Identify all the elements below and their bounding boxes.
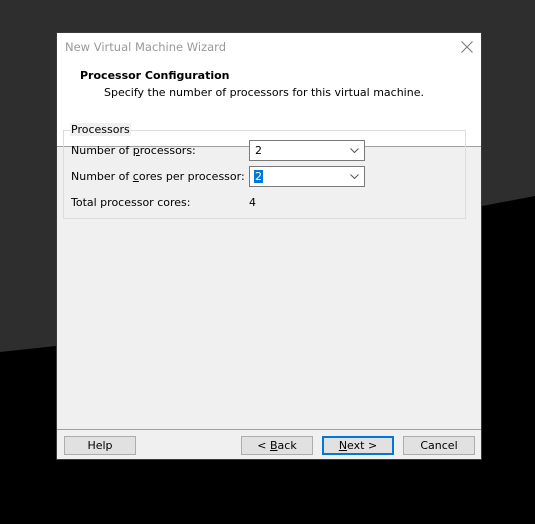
dropdown-value: 2 — [255, 144, 262, 157]
footer-divider — [57, 429, 481, 430]
next-button[interactable]: Next > — [322, 436, 394, 455]
help-button[interactable]: Help — [64, 436, 136, 455]
num-processors-dropdown[interactable]: 2 — [249, 140, 365, 161]
num-processors-label: Number of processors: — [71, 144, 196, 157]
groupbox-legend: Processors — [70, 123, 131, 136]
title-bar[interactable]: New Virtual Machine Wizard — [57, 33, 481, 61]
total-cores-value: 4 — [249, 196, 256, 209]
button-label: < — [257, 439, 270, 452]
window-title: New Virtual Machine Wizard — [65, 40, 226, 54]
button-label: ack — [277, 439, 297, 452]
accelerator-key: N — [338, 439, 348, 452]
label-text: rocessors: — [139, 144, 196, 157]
wizard-dialog: New Virtual Machine Wizard Processor Con… — [56, 32, 482, 460]
button-label: ext > — [347, 439, 378, 452]
processors-groupbox: Processors Number of processors: 2 Numbe… — [63, 123, 466, 219]
page-subtitle: Specify the number of processors for thi… — [104, 86, 424, 99]
label-text: ores per processor: — [138, 170, 245, 183]
close-icon — [461, 41, 473, 53]
cancel-button[interactable]: Cancel — [403, 436, 475, 455]
accelerator-key: B — [270, 439, 278, 452]
label-text: Number of — [71, 170, 133, 183]
close-button[interactable] — [453, 33, 481, 61]
label-text: Number of — [71, 144, 133, 157]
page-title: Processor Configuration — [80, 69, 230, 82]
cores-per-processor-dropdown[interactable]: 2 — [249, 166, 365, 187]
chevron-down-icon — [350, 148, 359, 153]
back-button[interactable]: < Back — [241, 436, 313, 455]
dropdown-value: 2 — [254, 170, 263, 183]
cores-per-processor-label: Number of cores per processor: — [71, 170, 245, 183]
accelerator-key: p — [132, 144, 140, 157]
chevron-down-icon — [350, 174, 359, 179]
total-cores-label: Total processor cores: — [71, 196, 191, 209]
